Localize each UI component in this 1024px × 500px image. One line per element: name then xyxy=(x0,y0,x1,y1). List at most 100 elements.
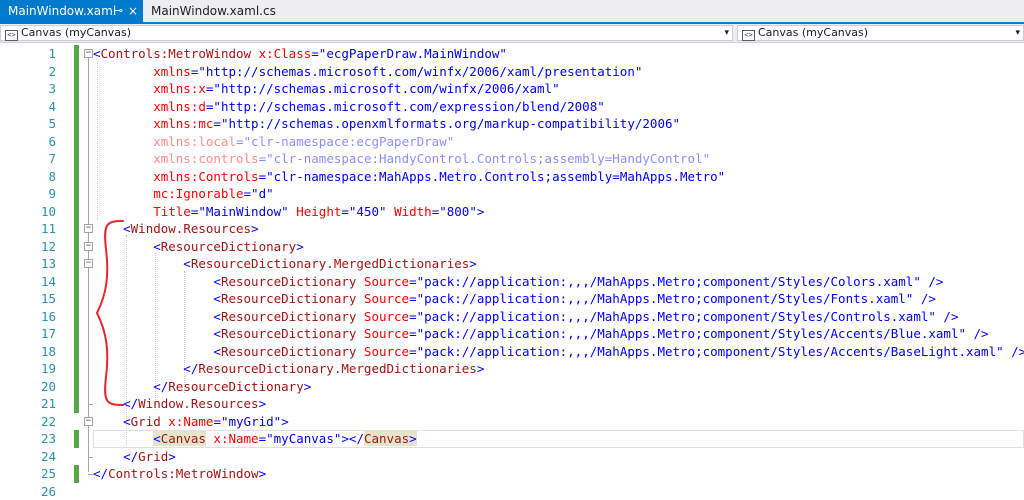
code-token: > xyxy=(296,239,304,254)
tab-label: MainWindow.xaml xyxy=(8,4,116,18)
code-text: </Grid> xyxy=(93,448,176,466)
collapse-toggle-icon[interactable]: − xyxy=(84,224,93,233)
code-line[interactable]: 7 xmlns:controls="clr-namespace:HandyCon… xyxy=(0,150,1024,168)
chevron-down-icon[interactable]: ▾ xyxy=(724,26,729,40)
code-line[interactable]: 6 xmlns:local="clr-namespace:ecgPaperDra… xyxy=(0,133,1024,151)
code-token: ></ xyxy=(341,431,364,446)
line-number: 19 xyxy=(0,360,56,378)
code-line[interactable]: 23 <Canvas x:Name="myCanvas"></Canvas> xyxy=(0,430,1024,448)
change-indicator xyxy=(74,343,79,361)
code-line[interactable]: 17 <ResourceDictionary Source="pack://ap… xyxy=(0,325,1024,343)
code-token: xmlns:Controls xyxy=(93,169,259,184)
code-token: < xyxy=(93,291,221,306)
pin-icon[interactable]: ⊸ xyxy=(114,0,123,22)
code-token: "800" xyxy=(439,204,477,219)
code-line[interactable]: 8 xmlns:Controls="clr-namespace:MahApps.… xyxy=(0,168,1024,186)
code-token: = xyxy=(213,116,221,131)
collapse-toggle-icon[interactable]: − xyxy=(84,242,93,251)
code-text: xmlns:controls="clr-namespace:HandyContr… xyxy=(93,150,710,168)
code-text: mc:Ignorable="d" xyxy=(93,185,274,203)
code-line[interactable]: 3 xmlns:x="http://schemas.microsoft.com/… xyxy=(0,80,1024,98)
code-text: </ResourceDictionary> xyxy=(93,378,311,396)
chevron-down-icon[interactable]: ▾ xyxy=(1015,26,1020,40)
line-number: 2 xyxy=(0,63,56,81)
line-number: 11 xyxy=(0,220,56,238)
code-line[interactable]: 9 mc:Ignorable="d" xyxy=(0,185,1024,203)
collapse-toggle-icon[interactable]: − xyxy=(84,417,93,426)
code-token: < xyxy=(93,274,221,289)
code-token: > xyxy=(281,414,289,429)
code-line[interactable]: 22− <Grid x:Name="myGrid"> xyxy=(0,413,1024,431)
code-line[interactable]: 11− <Window.Resources> xyxy=(0,220,1024,238)
code-text: </Window.Resources> xyxy=(93,395,266,413)
code-line[interactable]: 13− <ResourceDictionary.MergedDictionari… xyxy=(0,255,1024,273)
code-line[interactable]: 25</Controls:MetroWindow> xyxy=(0,465,1024,483)
code-token: < xyxy=(93,344,221,359)
line-number: 15 xyxy=(0,290,56,308)
code-token: < xyxy=(93,414,131,429)
code-token: > xyxy=(259,396,267,411)
change-indicator xyxy=(74,150,79,168)
code-line[interactable]: 14 <ResourceDictionary Source="pack://ap… xyxy=(0,273,1024,291)
line-number: 22 xyxy=(0,413,56,431)
code-token: /> xyxy=(921,274,944,289)
code-token: = xyxy=(236,134,244,149)
code-text: Title="MainWindow" Height="450" Width="8… xyxy=(93,203,484,221)
code-editor[interactable]: 1−<Controls:MetroWindow x:Class="ecgPape… xyxy=(0,43,1024,493)
code-token: Grid xyxy=(138,449,168,464)
code-line[interactable]: 10 Title="MainWindow" Height="450" Width… xyxy=(0,203,1024,221)
code-token: "myGrid" xyxy=(221,414,281,429)
code-token: = xyxy=(244,186,252,201)
code-token: = xyxy=(409,344,417,359)
line-number: 1 xyxy=(0,45,56,63)
change-indicator xyxy=(74,63,79,81)
code-text: <ResourceDictionary Source="pack://appli… xyxy=(93,325,989,343)
code-line[interactable]: 1−<Controls:MetroWindow x:Class="ecgPape… xyxy=(0,45,1024,63)
change-indicator xyxy=(74,80,79,98)
code-token: /> xyxy=(1004,344,1024,359)
collapse-toggle-icon[interactable]: − xyxy=(84,259,93,268)
code-line[interactable]: 5 xmlns:mc="http://schemas.openxmlformat… xyxy=(0,115,1024,133)
member-dropdown[interactable]: <>Canvas (myCanvas) ▾ xyxy=(737,25,1024,41)
tab-mainwindow-xaml-cs[interactable]: MainWindow.xaml.cs xyxy=(143,0,273,22)
code-token: > xyxy=(409,431,417,446)
collapse-toggle-icon[interactable]: − xyxy=(84,49,93,58)
element-scope-dropdown[interactable]: <>Canvas (myCanvas) ▾ xyxy=(0,25,733,41)
code-line[interactable]: 26 xyxy=(0,483,1024,500)
tab-mainwindow-xaml[interactable]: MainWindow.xaml ⊸ × xyxy=(0,0,143,22)
code-token: ResourceDictionary.MergedDictionaries xyxy=(191,256,469,271)
code-token: "ecgPaperDraw.MainWindow" xyxy=(319,46,507,61)
code-line[interactable]: 15 <ResourceDictionary Source="pack://ap… xyxy=(0,290,1024,308)
code-token: Source xyxy=(356,326,409,341)
line-number: 23 xyxy=(0,430,56,448)
code-token: Source xyxy=(356,291,409,306)
change-indicator xyxy=(74,273,79,291)
code-token: "pack://application:,,,/MahApps.Metro;co… xyxy=(417,309,936,324)
code-line[interactable]: 20 </ResourceDictionary> xyxy=(0,378,1024,396)
code-token: ResourceDictionary xyxy=(221,274,356,289)
code-token: </ xyxy=(93,361,198,376)
code-line[interactable]: 21 </Window.Resources> xyxy=(0,395,1024,413)
line-number: 6 xyxy=(0,133,56,151)
code-token: x:Name xyxy=(161,414,214,429)
code-text: xmlns:mc="http://schemas.openxmlformats.… xyxy=(93,115,680,133)
code-line[interactable]: 24 </Grid> xyxy=(0,448,1024,466)
code-line[interactable]: 2 xmlns="http://schemas.microsoft.com/wi… xyxy=(0,63,1024,81)
code-token: "pack://application:,,,/MahApps.Metro;co… xyxy=(417,291,914,306)
tab-label: MainWindow.xaml.cs xyxy=(151,4,276,18)
change-indicator xyxy=(74,238,79,256)
change-indicator xyxy=(74,168,79,186)
code-token: ResourceDictionary xyxy=(221,309,356,324)
code-token: x:Class xyxy=(251,46,311,61)
code-line[interactable]: 4 xmlns:d="http://schemas.microsoft.com/… xyxy=(0,98,1024,116)
change-indicator xyxy=(74,255,79,273)
code-token: = xyxy=(213,414,221,429)
code-line[interactable]: 19 </ResourceDictionary.MergedDictionari… xyxy=(0,360,1024,378)
code-line[interactable]: 18 <ResourceDictionary Source="pack://ap… xyxy=(0,343,1024,361)
code-line[interactable]: 16 <ResourceDictionary Source="pack://ap… xyxy=(0,308,1024,326)
close-icon[interactable]: × xyxy=(128,0,138,22)
code-token: = xyxy=(311,46,319,61)
code-line[interactable]: 12− <ResourceDictionary> xyxy=(0,238,1024,256)
code-token: xmlns:d xyxy=(93,99,206,114)
code-token: "myCanvas" xyxy=(266,431,341,446)
